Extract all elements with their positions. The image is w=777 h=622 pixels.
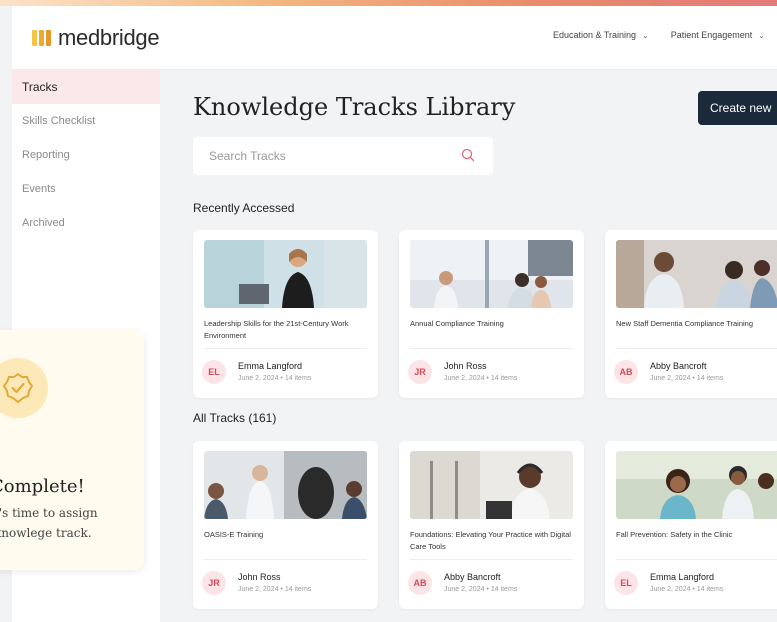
sidebar-item-label: Events [22, 183, 56, 195]
nav-education-training[interactable]: Education & Training ⌄ [553, 30, 649, 40]
track-thumbnail-image [616, 240, 777, 308]
avatar: AB [408, 571, 432, 595]
track-thumbnail-image [410, 451, 573, 519]
card-divider [616, 348, 777, 349]
recently-accessed-heading: Recently Accessed [193, 201, 295, 215]
track-thumbnail-image [410, 240, 573, 308]
track-card[interactable]: Annual Compliance Training JR John Ross … [399, 230, 584, 398]
chevron-down-icon: ⌄ [642, 30, 649, 40]
track-title: Annual Compliance Training [410, 319, 504, 328]
completion-card: Complete! t's time to assign knowlege tr… [0, 330, 144, 570]
track-author: Emma Langford [238, 361, 303, 371]
top-navigation: Education & Training ⌄ Patient Engagemen… [553, 30, 765, 40]
track-title: Leadership Skills for the 21st-Century W… [204, 319, 349, 340]
track-thumbnail-image [204, 240, 367, 308]
track-meta: June 2, 2024 • 14 items [650, 375, 724, 382]
app-header: medbridge Education & Training ⌄ Patient… [12, 6, 777, 70]
brand-name: medbridge [58, 24, 160, 50]
sidebar-item-tracks[interactable]: Tracks [12, 70, 160, 104]
track-title: New Staff Dementia Compliance Training [616, 319, 754, 328]
track-meta: June 2, 2024 • 14 items [444, 586, 518, 593]
track-author: Abby Bancroft [444, 572, 501, 582]
search-icon[interactable] [461, 148, 475, 162]
sidebar-item-label: Tracks [22, 80, 58, 94]
sidebar-item-label: Reporting [22, 149, 70, 161]
sidebar-item-skills-checklist[interactable]: Skills Checklist [12, 104, 160, 138]
card-divider [616, 559, 777, 560]
track-meta: June 2, 2024 • 14 items [238, 375, 312, 382]
track-thumbnail-image [204, 451, 367, 519]
avatar: JR [202, 571, 226, 595]
page-title: Knowledge Tracks Library [193, 93, 516, 121]
card-divider [410, 348, 573, 349]
search-box [193, 137, 493, 175]
nav-patient-engagement[interactable]: Patient Engagement ⌄ [671, 30, 765, 40]
nav-patient-label: Patient Engagement [670, 30, 753, 40]
avatar: AB [614, 360, 638, 384]
completion-message-line-1: t's time to assign [0, 506, 98, 520]
sidebar-item-label: Skills Checklist [22, 115, 96, 127]
search-input[interactable] [209, 149, 449, 163]
track-card[interactable]: Foundations: Elevating Your Practice wit… [399, 441, 584, 609]
track-meta: June 2, 2024 • 14 items [444, 375, 518, 382]
medbridge-logo-icon [32, 28, 52, 48]
track-author: John Ross [444, 361, 487, 371]
completion-badge [0, 358, 48, 418]
track-card[interactable]: New Staff Dementia Compliance Training A… [605, 230, 777, 398]
track-author: Abby Bancroft [650, 361, 707, 371]
avatar: JR [408, 360, 432, 384]
track-title: Fall Prevention: Safety in the Clinic [616, 530, 733, 539]
card-divider [410, 559, 573, 560]
card-divider [204, 348, 367, 349]
create-new-button[interactable]: Create new [698, 91, 777, 125]
sidebar-item-reporting[interactable]: Reporting [12, 138, 160, 172]
track-title: Foundations: Elevating Your Practice wit… [410, 530, 571, 551]
completion-title: Complete! [0, 476, 85, 497]
track-meta: June 2, 2024 • 14 items [238, 586, 312, 593]
avatar: EL [202, 360, 226, 384]
sidebar-item-events[interactable]: Events [12, 172, 160, 206]
sidebar-item-label: Archived [22, 217, 65, 229]
all-tracks-heading: All Tracks (161) [193, 411, 277, 425]
check-badge-icon [3, 373, 33, 403]
sidebar-item-archived[interactable]: Archived [12, 206, 160, 240]
completion-message-line-2: knowlege track. [0, 526, 92, 540]
nav-education-label: Education & Training [552, 30, 637, 40]
track-author: Emma Langford [650, 572, 715, 582]
brand-logo[interactable]: medbridge [32, 24, 160, 51]
card-divider [204, 559, 367, 560]
track-card[interactable]: Fall Prevention: Safety in the Clinic EL… [605, 441, 777, 609]
track-card[interactable]: OASIS-E Training JR John Ross June 2, 20… [193, 441, 378, 609]
track-title: OASIS-E Training [204, 530, 264, 539]
track-author: John Ross [238, 572, 281, 582]
chevron-down-icon: ⌄ [758, 30, 765, 40]
track-thumbnail-image [616, 451, 777, 519]
track-card[interactable]: Leadership Skills for the 21st-Century W… [193, 230, 378, 398]
track-meta: June 2, 2024 • 14 items [650, 586, 724, 593]
avatar: EL [614, 571, 638, 595]
